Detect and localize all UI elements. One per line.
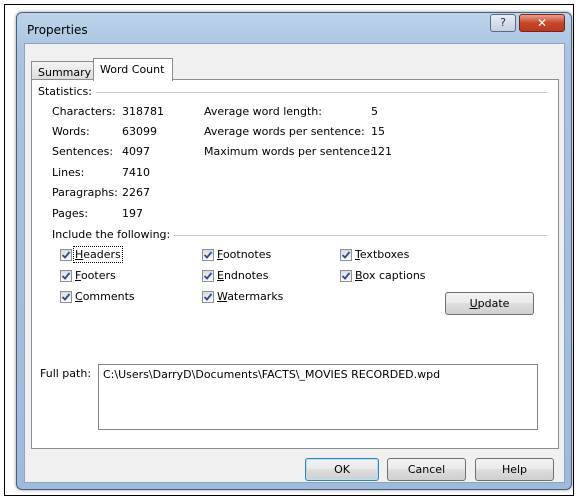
statistics-divider [92, 92, 547, 93]
stat-value-avg-word-length: 5 [371, 105, 378, 118]
title-bar[interactable]: Properties ? ✕ [17, 13, 571, 41]
checkbox-footnotes-box[interactable] [202, 248, 214, 261]
ok-button[interactable]: OK [305, 458, 379, 481]
check-mark-icon [341, 250, 351, 259]
stat-value-lines: 7410 [122, 166, 150, 179]
checkbox-footers-label: Footers [75, 269, 116, 282]
check-mark-icon [61, 292, 71, 301]
stat-value-avg-words-sentence: 15 [371, 125, 385, 138]
statistics-group-label: Statistics: [38, 85, 96, 98]
stat-value-sentences: 4097 [122, 145, 150, 158]
stat-label-pages: Pages: [52, 207, 89, 220]
checkbox-footers-box[interactable] [60, 269, 72, 282]
update-button[interactable]: Update [445, 292, 534, 315]
stat-label-avg-word-length: Average word length: [204, 105, 322, 118]
tab-summary[interactable]: Summary [31, 61, 94, 79]
help-button[interactable]: Help [475, 458, 554, 481]
tab-word-count-label: Word Count [100, 63, 165, 76]
include-divider [167, 235, 547, 236]
full-path-field[interactable]: C:\Users\DarryD\Documents\FACTS\_MOVIES … [98, 364, 538, 430]
include-group-label: Include the following: [52, 228, 175, 241]
question-mark-icon: ? [500, 16, 506, 29]
check-mark-icon [341, 271, 351, 280]
stat-label-paragraphs: Paragraphs: [52, 186, 118, 199]
check-mark-icon [203, 271, 213, 280]
close-icon: ✕ [536, 16, 548, 30]
checkbox-endnotes-box[interactable] [202, 269, 214, 282]
checkbox-headers-box[interactable] [60, 248, 72, 261]
stat-label-words: Words: [52, 125, 90, 138]
checkbox-watermarks[interactable]: Watermarks [202, 290, 283, 303]
full-path-value: C:\Users\DarryD\Documents\FACTS\_MOVIES … [103, 368, 441, 381]
checkbox-headers-label: Headers [73, 246, 123, 263]
checkbox-box-captions-box[interactable] [340, 269, 352, 282]
tab-summary-label: Summary [38, 66, 92, 79]
checkbox-box-captions-label: Box captions [355, 269, 426, 282]
stat-label-avg-words-sentence: Average words per sentence: [204, 125, 365, 138]
checkbox-footers[interactable]: Footers [60, 269, 116, 282]
full-path-label: Full path: [40, 367, 92, 380]
word-count-panel: Statistics: Characters: 318781 Words: 63… [31, 79, 559, 449]
stat-value-pages: 197 [122, 207, 143, 220]
stat-value-words: 63099 [122, 125, 157, 138]
checkbox-comments-label: Comments [75, 290, 135, 303]
stat-value-characters: 318781 [122, 105, 164, 118]
checkbox-box-captions[interactable]: Box captions [340, 269, 426, 282]
stat-label-characters: Characters: [52, 105, 116, 118]
cancel-button[interactable]: Cancel [387, 458, 466, 481]
check-mark-icon [61, 250, 71, 259]
tab-word-count[interactable]: Word Count [93, 58, 173, 81]
checkbox-endnotes[interactable]: Endnotes [202, 269, 268, 282]
checkbox-watermarks-label: Watermarks [217, 290, 284, 303]
check-mark-icon [61, 271, 71, 280]
window-title: Properties [27, 23, 88, 37]
checkbox-textboxes-box[interactable] [340, 248, 352, 261]
checkbox-comments[interactable]: Comments [60, 290, 135, 303]
close-button[interactable]: ✕ [519, 14, 565, 32]
stat-value-max-words-sentence: 121 [371, 145, 392, 158]
help-title-button[interactable]: ? [490, 14, 516, 32]
checkbox-headers[interactable]: Headers [60, 246, 123, 263]
dialog-client-area: Summary Word Count Statistics: Character… [24, 43, 565, 483]
check-mark-icon [203, 250, 213, 259]
checkbox-footnotes[interactable]: Footnotes [202, 248, 271, 261]
checkbox-textboxes-label: Textboxes [355, 248, 410, 261]
stat-label-sentences: Sentences: [52, 145, 114, 158]
check-mark-icon [203, 292, 213, 301]
checkbox-endnotes-label: Endnotes [217, 269, 269, 282]
checkbox-watermarks-box[interactable] [202, 290, 214, 303]
checkbox-footnotes-label: Footnotes [217, 248, 272, 261]
stat-label-lines: Lines: [52, 166, 85, 179]
checkbox-comments-box[interactable] [60, 290, 72, 303]
properties-dialog: Properties ? ✕ Summary Word Count Statis… [16, 12, 572, 490]
checkbox-textboxes[interactable]: Textboxes [340, 248, 409, 261]
stat-value-paragraphs: 2267 [122, 186, 150, 199]
stat-label-max-words-sentence: Maximum words per sentence: [204, 145, 374, 158]
